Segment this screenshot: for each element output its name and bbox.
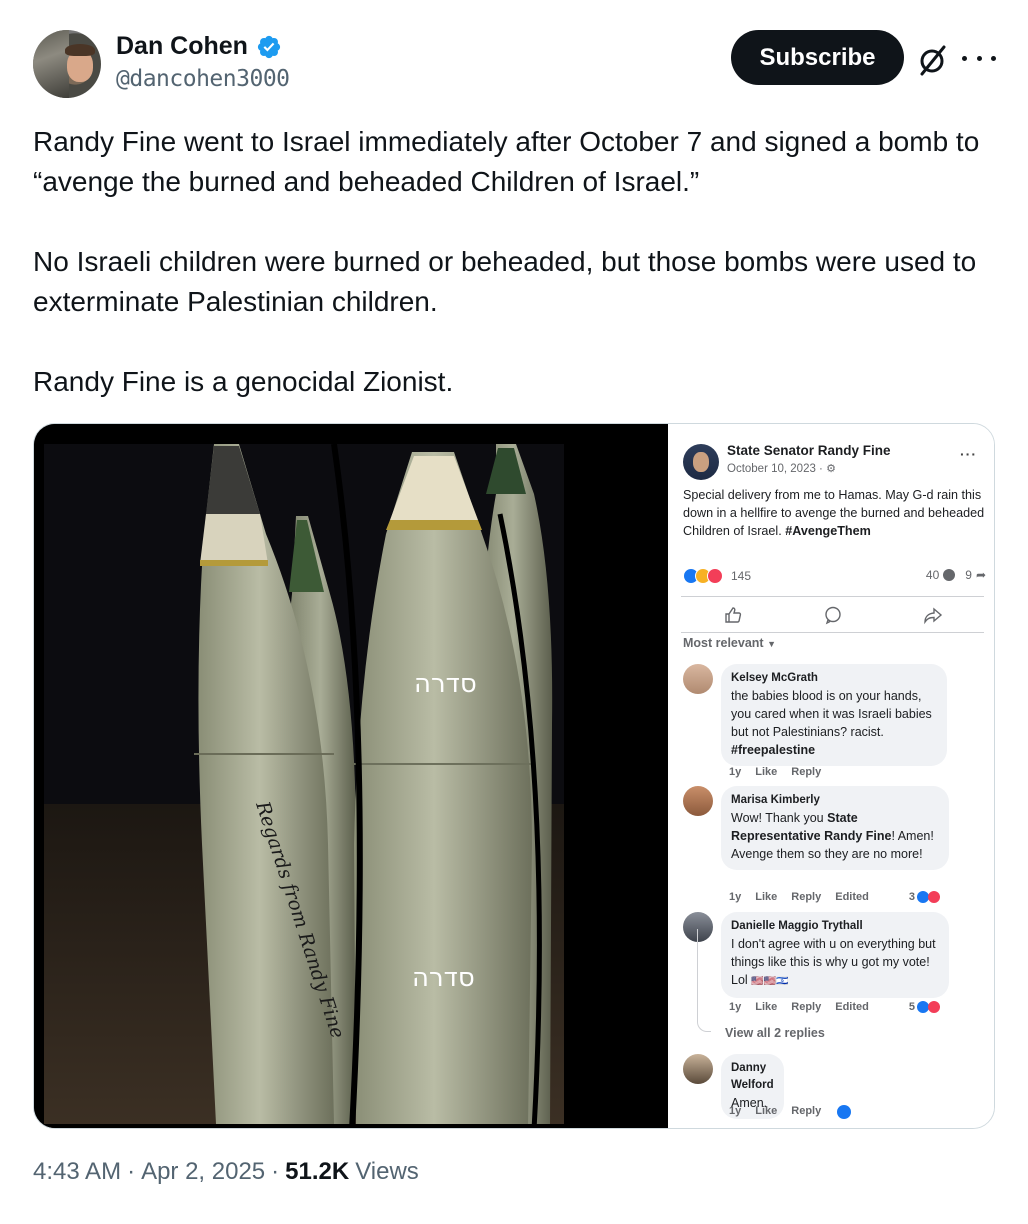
commenter-name: Danny Welford <box>731 1062 774 1091</box>
commenter-name: Kelsey McGrath <box>731 672 818 684</box>
comment-edited-label: Edited <box>835 891 869 903</box>
grok-slashed-circle-icon[interactable] <box>917 44 949 76</box>
fb-sort-dropdown: Most relevant ▼ <box>683 636 776 650</box>
love-reaction-icon <box>927 891 940 903</box>
comment-reply-link: Reply <box>791 1001 822 1013</box>
separator: · <box>271 1158 280 1185</box>
comment-icon <box>825 606 841 625</box>
fb-page-avatar <box>683 444 719 480</box>
love-reaction-icon <box>707 568 723 584</box>
fb-comment-count: 40 <box>925 568 940 582</box>
commenter-name: Marisa Kimberly <box>731 794 820 806</box>
comment-reaction-count: 5 <box>908 1001 915 1013</box>
settings-gear-icon: ⚙ <box>826 463 836 475</box>
comment-age: 1y <box>729 1001 742 1013</box>
comment-age: 1y <box>729 1105 742 1117</box>
fb-hashtag: #AvengeThem <box>785 524 871 538</box>
fb-share-count: 9 <box>965 568 972 582</box>
comment-text: the babies blood is on your hands, you c… <box>731 689 932 739</box>
fb-more-icon: ··· <box>960 446 977 462</box>
share-icon <box>924 607 943 625</box>
hebrew-stencil-text: סדרה <box>414 669 477 699</box>
tweet-paragraph: Randy Fine went to Israel immediately af… <box>33 126 988 197</box>
tweet-footer: 4:43 AM · Apr 2, 2025 · 51.2K Views <box>33 1158 419 1186</box>
comment-age: 1y <box>729 766 742 778</box>
artillery-shells-photo[interactable]: סדרה סדרה Regards from Randy Fine <box>34 424 668 1128</box>
tweet-paragraph: Randy Fine is a genocidal Zionist. <box>33 366 454 397</box>
comment-bubble: Marisa Kimberly Wow! Thank you State Rep… <box>721 786 949 870</box>
love-reaction-icon <box>927 1001 940 1013</box>
comment-meta: 1y Like Reply Edited 5 <box>729 1001 940 1013</box>
like-reaction-icon <box>837 1105 852 1119</box>
commenter-avatar <box>683 664 713 694</box>
divider <box>681 596 984 597</box>
view-replies-link: View all 2 replies <box>725 1026 825 1040</box>
commenter-name: Danielle Maggio Trythall <box>731 920 863 932</box>
fb-page-name: State Senator Randy Fine <box>727 443 891 458</box>
divider <box>681 632 984 633</box>
comment-age: 1y <box>729 891 742 903</box>
tweet-time[interactable]: 4:43 AM <box>33 1158 121 1186</box>
author-handle[interactable]: @dancohen3000 <box>116 66 290 92</box>
share-arrow-icon: ➦ <box>975 568 986 582</box>
comment-reply-link: Reply <box>791 891 822 903</box>
thumbs-up-icon <box>725 607 742 623</box>
comment-reply-link: Reply <box>791 766 822 778</box>
comment-like-link: Like <box>755 891 778 903</box>
comment-like-link: Like <box>755 1001 778 1013</box>
comment-like-link: Like <box>755 766 778 778</box>
hebrew-stencil-text: סדרה <box>412 963 475 993</box>
comment-reaction-count: 3 <box>908 891 915 903</box>
caret-down-icon: ▼ <box>767 639 776 649</box>
commenter-avatar <box>683 786 713 816</box>
flag-emoji-icons: 🇺🇸🇺🇸🇮🇱 <box>751 976 789 987</box>
more-horizontal-icon[interactable] <box>962 44 996 72</box>
author-name[interactable]: Dan Cohen <box>116 32 248 61</box>
author-name-row[interactable]: Dan Cohen <box>116 32 282 61</box>
comment-like-link: Like <box>755 1105 778 1117</box>
fb-action-bar <box>683 600 983 630</box>
views-label: Views <box>355 1158 419 1185</box>
fb-engagement-counts: 40 9 ➦ <box>926 568 986 582</box>
comment-meta: 1y Like Reply Edited 3 <box>729 891 940 903</box>
comment-hashtag: #freepalestine <box>731 743 816 757</box>
comment-meta: 1y Like Reply <box>729 766 821 778</box>
subscribe-button[interactable]: Subscribe <box>731 30 904 85</box>
separator: · <box>127 1158 136 1185</box>
author-avatar[interactable] <box>33 30 101 98</box>
tweet-media[interactable]: סדרה סדרה Regards from Randy Fine State … <box>33 423 995 1129</box>
tweet-paragraph: No Israeli children were burned or behea… <box>33 246 985 317</box>
fb-reaction-count: 145 <box>731 569 752 583</box>
tweet-text: Randy Fine went to Israel immediately af… <box>33 122 993 402</box>
facebook-post-screenshot: State Senator Randy Fine October 10, 202… <box>669 424 994 1128</box>
fb-date-text: October 10, 2023 · <box>727 463 823 475</box>
comment-text: Wow! Thank you <box>731 811 824 825</box>
tweet-date[interactable]: Apr 2, 2025 <box>141 1158 265 1186</box>
comment-reactions: 3 <box>909 891 940 903</box>
commenter-avatar <box>683 1054 713 1084</box>
fb-post-date: October 10, 2023 · ⚙ <box>727 462 836 475</box>
verified-badge-icon <box>257 35 281 58</box>
comment-bubble: Kelsey McGrath the babies blood is on yo… <box>721 664 947 766</box>
tweet: Dan Cohen @dancohen3000 Subscribe Randy … <box>0 0 1028 1224</box>
comment-bubble-icon <box>943 569 956 581</box>
comment-reply-link: Reply <box>791 1105 822 1117</box>
comment-reactions: 5 <box>909 1001 940 1013</box>
views-count[interactable]: 51.2K <box>285 1158 349 1186</box>
fb-reactions: 145 <box>683 568 751 584</box>
fb-post-body: Special delivery from me to Hamas. May G… <box>683 486 988 540</box>
comment-edited-label: Edited <box>835 1001 869 1013</box>
reply-thread-line <box>697 929 711 1032</box>
comment-meta: 1y Like Reply <box>729 1105 852 1119</box>
fb-sort-label: Most relevant <box>683 636 764 650</box>
comment-bubble: Danielle Maggio Trythall I don't agree w… <box>721 912 949 998</box>
